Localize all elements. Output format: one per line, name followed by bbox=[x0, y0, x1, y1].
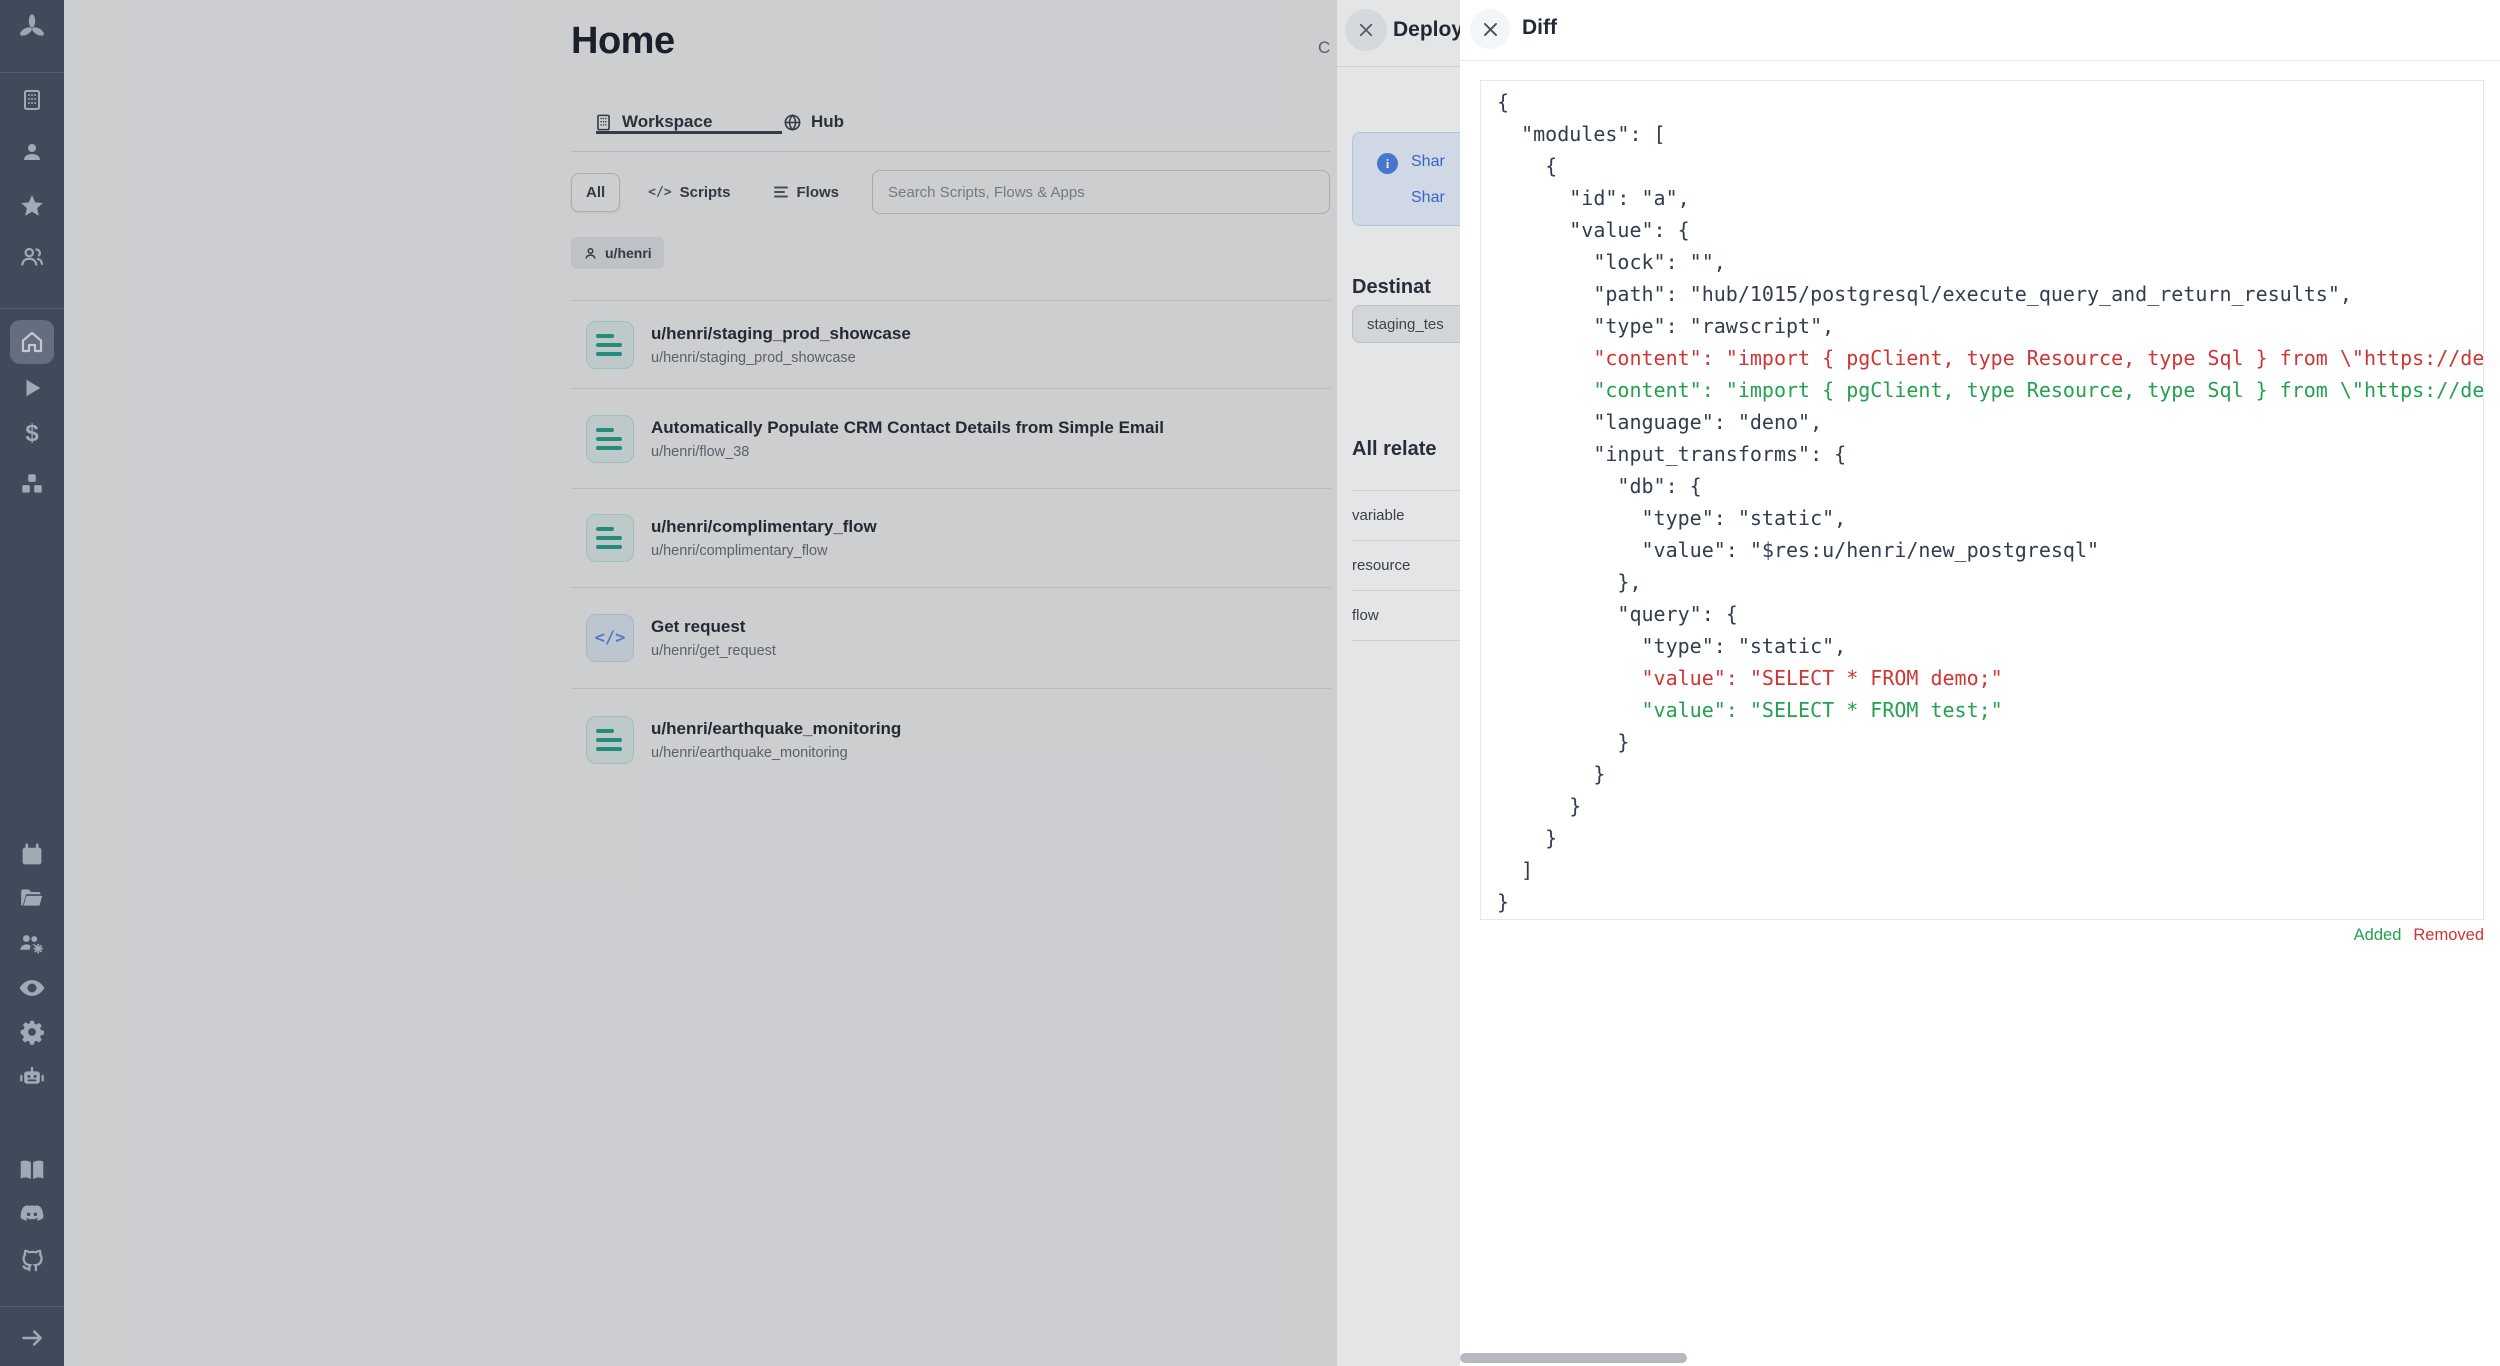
diff-line-added: "content": "import { pgClient, type Reso… bbox=[1497, 374, 2483, 406]
legend-added: Added bbox=[2354, 926, 2402, 945]
diff-line: } bbox=[1497, 790, 2483, 822]
diff-line-removed: "content": "import { pgClient, type Reso… bbox=[1497, 342, 2483, 374]
diff-line: "query": { bbox=[1497, 598, 2483, 630]
diff-line-removed: "value": "SELECT * FROM demo;" bbox=[1497, 662, 2483, 694]
diff-line: } bbox=[1497, 758, 2483, 790]
diff-code-viewer[interactable]: { "modules": [ { "id": "a", "value": { "… bbox=[1480, 80, 2484, 920]
diff-close-button[interactable] bbox=[1470, 9, 1510, 49]
divider bbox=[1460, 60, 2500, 61]
app-root: $ bbox=[0, 0, 2500, 1366]
diff-line: "type": "static", bbox=[1497, 502, 2483, 534]
diff-line: "value": "$res:u/henri/new_postgresql" bbox=[1497, 534, 2483, 566]
diff-drawer-title: Diff bbox=[1522, 16, 1557, 40]
diff-line: "lock": "", bbox=[1497, 246, 2483, 278]
horizontal-scrollbar-thumb[interactable] bbox=[1460, 1353, 1687, 1363]
diff-legend: Added Removed bbox=[2354, 926, 2484, 945]
diff-line: "type": "rawscript", bbox=[1497, 310, 2483, 342]
diff-line: } bbox=[1497, 886, 2483, 918]
diff-line: "type": "static", bbox=[1497, 630, 2483, 662]
diff-line: "value": { bbox=[1497, 214, 2483, 246]
diff-line: { bbox=[1497, 150, 2483, 182]
diff-line: "modules": [ bbox=[1497, 118, 2483, 150]
diff-line: "input_transforms": { bbox=[1497, 438, 2483, 470]
diff-line: }, bbox=[1497, 566, 2483, 598]
diff-line: } bbox=[1497, 822, 2483, 854]
diff-line: { bbox=[1497, 86, 2483, 118]
diff-line: "id": "a", bbox=[1497, 182, 2483, 214]
diff-line: "path": "hub/1015/postgresql/execute_que… bbox=[1497, 278, 2483, 310]
diff-line-added: "value": "SELECT * FROM test;" bbox=[1497, 694, 2483, 726]
legend-removed: Removed bbox=[2413, 926, 2484, 945]
diff-line: } bbox=[1497, 726, 2483, 758]
diff-line: "db": { bbox=[1497, 470, 2483, 502]
diff-line: ] bbox=[1497, 854, 2483, 886]
diff-drawer: Diff { "modules": [ { "id": "a", "value"… bbox=[1460, 0, 2500, 1366]
diff-line: "language": "deno", bbox=[1497, 406, 2483, 438]
